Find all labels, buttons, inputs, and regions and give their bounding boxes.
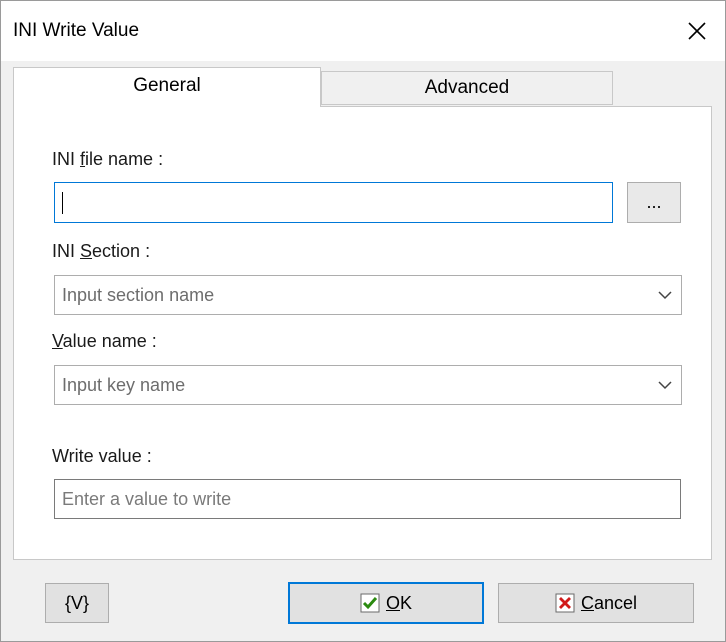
- title-bar: INI Write Value: [1, 1, 725, 61]
- chevron-down-icon: [658, 381, 672, 390]
- x-icon: [555, 593, 575, 613]
- write-value-input[interactable]: Enter a value to write: [54, 479, 681, 519]
- ini-section-placeholder: Input section name: [62, 284, 215, 305]
- value-name-combobox[interactable]: Input key name: [54, 365, 682, 405]
- cancel-label: Cancel: [580, 592, 638, 613]
- ok-button[interactable]: OK: [288, 582, 484, 624]
- close-button[interactable]: [669, 1, 725, 61]
- dialog-window: INI Write Value General Advanced INI fil…: [0, 0, 726, 642]
- tab-general[interactable]: General: [13, 67, 321, 107]
- value-name-label: Value name :: [52, 331, 157, 351]
- window-title: INI Write Value: [13, 20, 140, 41]
- write-value-placeholder: Enter a value to write: [62, 488, 232, 509]
- value-name-placeholder: Input key name: [62, 374, 186, 395]
- ini-file-name-input[interactable]: [54, 182, 613, 223]
- cancel-button[interactable]: Cancel: [498, 583, 694, 623]
- browse-button[interactable]: ...: [627, 182, 681, 223]
- tab-advanced[interactable]: Advanced: [321, 71, 613, 105]
- ini-file-name-label: INI file name :: [52, 149, 164, 169]
- checkmark-icon: [360, 593, 380, 613]
- ini-section-combobox[interactable]: Input section name: [54, 275, 682, 315]
- general-tab-panel: INI file name : ... INI Section : Input …: [13, 106, 712, 560]
- variables-button[interactable]: {V}: [45, 583, 109, 623]
- write-value-label: Write value :: [52, 446, 152, 466]
- chevron-down-icon: [658, 291, 672, 300]
- ini-section-label: INI Section :: [52, 241, 151, 261]
- close-icon: [688, 22, 706, 40]
- text-caret: [62, 191, 63, 214]
- ok-label: OK: [385, 592, 413, 613]
